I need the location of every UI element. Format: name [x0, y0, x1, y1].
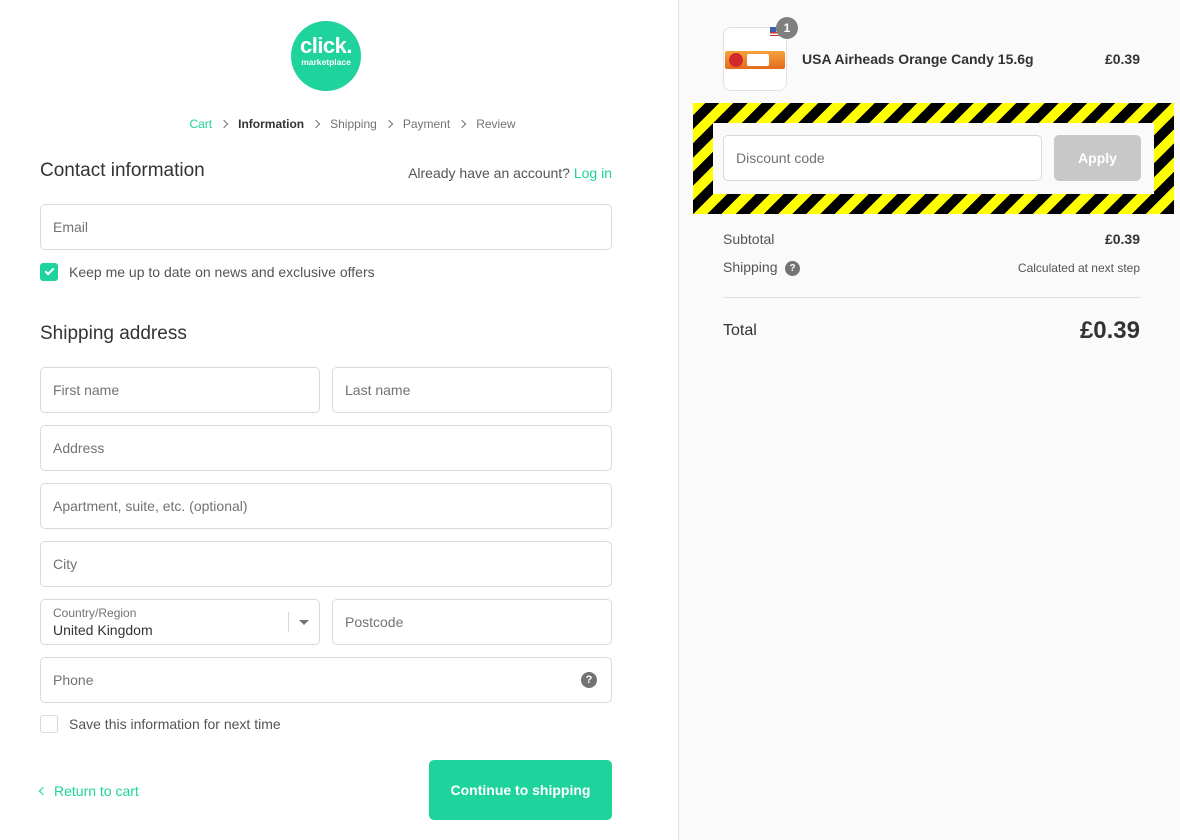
- last-name-field[interactable]: [332, 367, 612, 413]
- breadcrumb-cart[interactable]: Cart: [189, 117, 212, 131]
- candy-image: [725, 51, 785, 69]
- contact-section-title: Contact information: [40, 160, 205, 181]
- country-label: Country/Region: [53, 606, 137, 620]
- breadcrumb-payment: Payment: [402, 117, 451, 131]
- email-field[interactable]: [40, 204, 612, 250]
- discount-code-field[interactable]: [723, 135, 1042, 181]
- discount-code-input[interactable]: [724, 136, 1041, 180]
- chevron-right-icon: [311, 119, 321, 129]
- chevron-right-icon: [219, 119, 229, 129]
- country-select[interactable]: Country/Region United Kingdom: [40, 599, 320, 645]
- brand-logo-text: click.: [299, 33, 353, 58]
- newsletter-checkbox-row[interactable]: Keep me up to date on news and exclusive…: [40, 263, 375, 281]
- city-input[interactable]: [41, 542, 611, 586]
- apartment-field[interactable]: [40, 483, 612, 529]
- account-prompt: Already have an account? Log in: [408, 165, 612, 181]
- shipping-value: Calculated at next step: [1017, 261, 1140, 275]
- total-value: £0.39: [1079, 317, 1140, 344]
- subtotal-value: £0.39: [1104, 231, 1140, 247]
- apartment-input[interactable]: [41, 484, 611, 528]
- order-summary: 1 USA Airheads Orange Candy 15.6g £0.39 …: [678, 0, 1180, 840]
- checkout-main: click. marketplace Cart Information Ship…: [0, 0, 678, 840]
- country-value: United Kingdom: [53, 622, 153, 638]
- return-to-cart-link[interactable]: Return to cart: [38, 783, 139, 799]
- phone-input[interactable]: [41, 658, 611, 702]
- last-name-input[interactable]: [333, 368, 611, 412]
- brand-logo[interactable]: click. marketplace: [291, 21, 361, 91]
- breadcrumb: Cart Information Shipping Payment Review: [0, 116, 678, 132]
- product-name: USA Airheads Orange Candy 15.6g: [802, 51, 1034, 67]
- email-input[interactable]: [41, 205, 611, 249]
- return-to-cart-label: Return to cart: [54, 783, 139, 799]
- newsletter-checkbox[interactable]: [40, 263, 58, 281]
- breadcrumb-information: Information: [238, 117, 305, 131]
- postcode-field[interactable]: [332, 599, 612, 645]
- postcode-input[interactable]: [333, 600, 611, 644]
- save-info-checkbox[interactable]: [40, 715, 58, 733]
- checkmark-icon: [44, 265, 54, 276]
- select-divider: [288, 612, 289, 632]
- shipping-label: Shipping: [723, 259, 778, 275]
- caret-down-icon: [299, 620, 309, 625]
- divider: [723, 297, 1141, 298]
- apply-discount-button[interactable]: Apply: [1054, 135, 1141, 181]
- first-name-input[interactable]: [41, 368, 319, 412]
- chevron-right-icon: [384, 119, 394, 129]
- shipping-section-title: Shipping address: [40, 323, 187, 344]
- quantity-badge: 1: [776, 17, 798, 39]
- breadcrumb-shipping: Shipping: [330, 117, 377, 131]
- save-info-label: Save this information for next time: [69, 716, 281, 732]
- chevron-left-icon: [38, 786, 48, 796]
- first-name-field[interactable]: [40, 367, 320, 413]
- login-link[interactable]: Log in: [574, 165, 612, 181]
- total-label: Total: [723, 322, 757, 339]
- city-field[interactable]: [40, 541, 612, 587]
- phone-field[interactable]: ?: [40, 657, 612, 703]
- product-thumbnail: [723, 27, 787, 91]
- save-info-checkbox-row[interactable]: Save this information for next time: [40, 715, 281, 733]
- brand-logo-subtext: marketplace: [301, 57, 351, 67]
- breadcrumb-review: Review: [476, 117, 516, 131]
- address-field[interactable]: [40, 425, 612, 471]
- account-prompt-text: Already have an account?: [408, 165, 570, 181]
- address-input[interactable]: [41, 426, 611, 470]
- help-icon[interactable]: ?: [785, 261, 800, 276]
- subtotal-label: Subtotal: [723, 231, 775, 247]
- product-price: £0.39: [1104, 51, 1140, 67]
- chevron-right-icon: [457, 119, 467, 129]
- continue-to-shipping-button[interactable]: Continue to shipping: [429, 760, 612, 820]
- newsletter-label: Keep me up to date on news and exclusive…: [69, 264, 375, 280]
- help-icon[interactable]: ?: [581, 672, 597, 688]
